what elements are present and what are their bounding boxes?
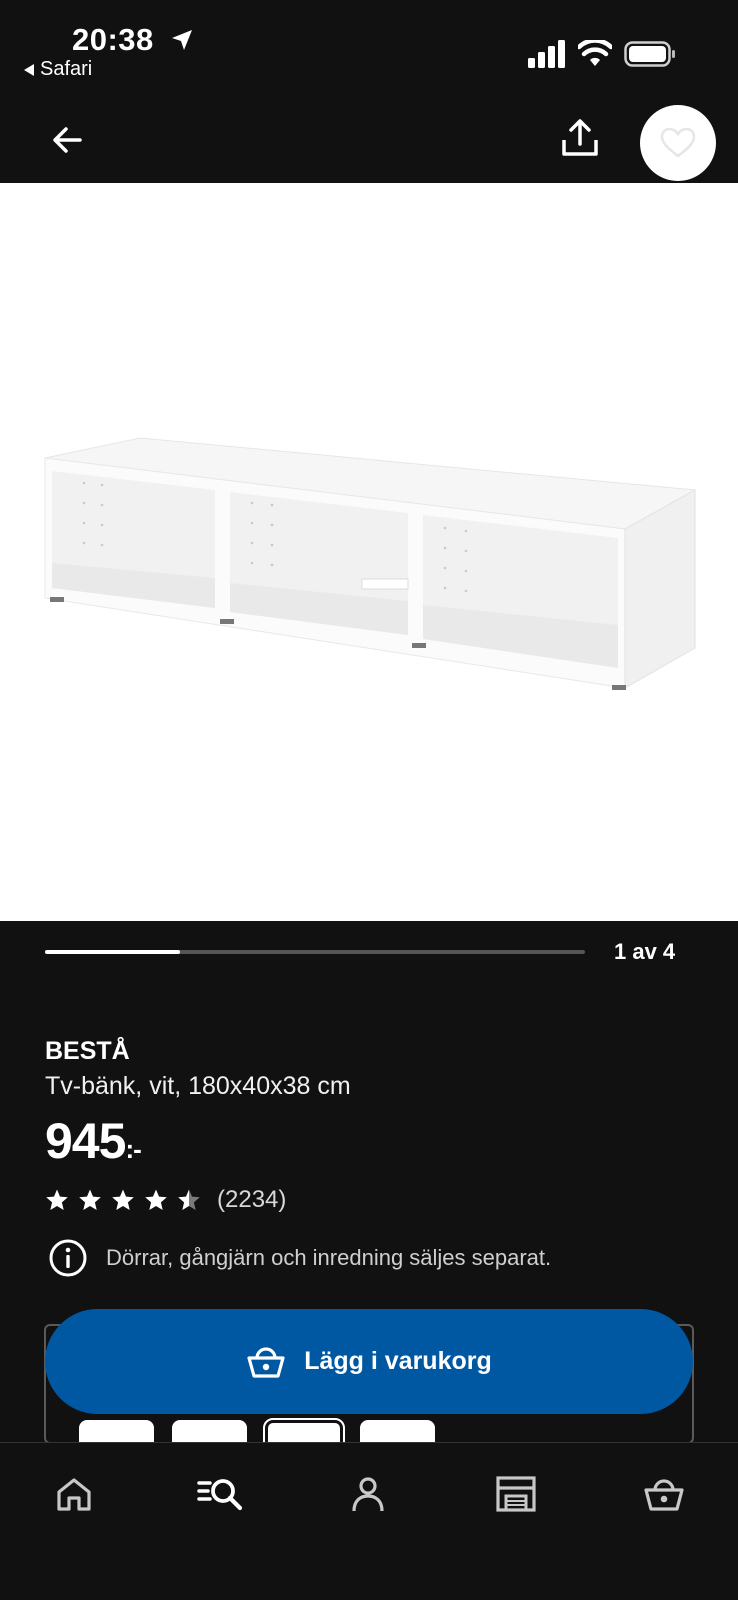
add-to-cart-button[interactable]: Lägg i varukorg	[45, 1309, 693, 1414]
store-icon	[496, 1476, 536, 1512]
basket-icon	[247, 1346, 285, 1378]
carousel-counter: 1 av 4	[614, 939, 676, 964]
battery-icon	[624, 41, 675, 67]
product-name: BESTÅ	[45, 1037, 130, 1065]
cellular-signal-icon	[528, 40, 565, 68]
star-icon	[145, 1189, 167, 1210]
price-suffix: :-	[125, 1134, 141, 1164]
add-to-cart-label: Lägg i varukorg	[304, 1347, 492, 1375]
tab-search[interactable]	[192, 1469, 248, 1519]
share-icon	[562, 119, 598, 156]
info-icon	[49, 1239, 87, 1277]
back-triangle-icon	[24, 63, 34, 76]
share-button[interactable]	[558, 116, 602, 160]
tab-home[interactable]	[46, 1469, 102, 1519]
arrow-left-icon	[53, 127, 82, 153]
favorite-button[interactable]	[640, 105, 716, 181]
rating[interactable]: (2234)	[45, 1186, 286, 1214]
carousel-progress	[45, 950, 585, 954]
rating-stars	[45, 1188, 201, 1212]
status-bar: 20:38 Safari	[0, 0, 738, 90]
back-to-app-link[interactable]: Safari	[24, 58, 92, 81]
product-image[interactable]	[0, 183, 738, 921]
info-text: Dörrar, gångjärn och inredning säljes se…	[106, 1245, 552, 1270]
home-icon	[57, 1478, 91, 1511]
info-notice: Dörrar, gångjärn och inredning säljes se…	[48, 1238, 551, 1278]
star-icon	[178, 1189, 200, 1210]
back-button[interactable]	[48, 120, 88, 160]
star-icon	[46, 1189, 68, 1210]
wifi-icon	[578, 40, 612, 66]
product-price: 945:-	[45, 1112, 142, 1170]
heart-icon	[660, 127, 696, 158]
cart-icon	[644, 1479, 684, 1511]
tab-profile[interactable]	[340, 1469, 396, 1519]
back-app-label: Safari	[40, 58, 93, 80]
tab-cart[interactable]	[636, 1469, 692, 1519]
product-description: Tv-bänk, vit, 180x40x38 cm	[45, 1072, 351, 1100]
review-count: (2234)	[217, 1186, 287, 1213]
location-arrow-icon	[172, 30, 192, 50]
carousel-progress-fill	[45, 950, 180, 954]
star-icon	[79, 1189, 101, 1210]
bottom-tab-bar	[0, 1442, 738, 1600]
clock: 20:38	[72, 22, 154, 57]
tv-bench-illustration	[44, 437, 697, 690]
star-icon	[112, 1189, 134, 1210]
profile-icon	[352, 1477, 384, 1512]
search-icon	[197, 1479, 243, 1511]
top-nav	[0, 90, 738, 183]
price-value: 945	[45, 1113, 126, 1169]
tab-stores[interactable]	[488, 1469, 544, 1519]
